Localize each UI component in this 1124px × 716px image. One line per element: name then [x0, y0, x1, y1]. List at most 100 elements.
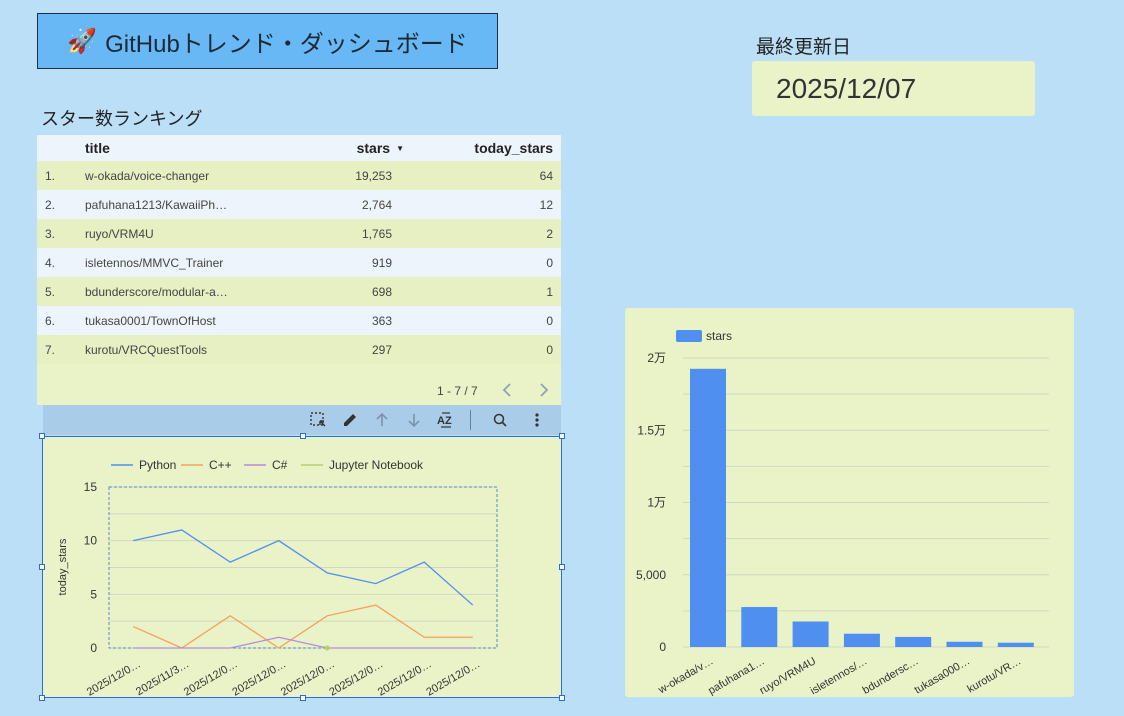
row-today-stars: 0 — [546, 255, 553, 270]
last-updated-label: 最終更新日 — [756, 37, 852, 58]
svg-text:AZ: AZ — [437, 415, 452, 427]
stars-bar-chart[interactable]: 0 5,000 1万 1.5万 2万 stars w-okada/v… pafuhana1… r… — [625, 308, 1074, 697]
table-row[interactable]: 7. kurotu/VRCQuestTools 297 0 — [37, 335, 561, 364]
column-header-stars[interactable]: stars ▼ — [356, 135, 404, 161]
x-tick-label: 2025/12/0… — [85, 658, 143, 697]
bar — [843, 633, 880, 647]
legend-swatch — [676, 330, 702, 342]
row-title: pafuhana1213/KawaiiPh… — [85, 197, 228, 212]
row-title: kurotu/VRCQuestTools — [85, 342, 208, 357]
y-tick-label: 0 — [90, 641, 97, 655]
x-tick-label: pafuhana1… — [706, 655, 767, 697]
row-stars: 19,253 — [355, 168, 392, 183]
toolbar-divider — [470, 410, 471, 430]
bar — [997, 642, 1034, 647]
row-stars: 698 — [371, 284, 392, 299]
row-stars: 363 — [371, 313, 392, 328]
arrow-down-icon[interactable] — [404, 410, 424, 430]
y-tick-label: 10 — [84, 534, 98, 548]
x-tick-label: kurotu/VR… — [965, 655, 1023, 695]
table-row[interactable]: 1. w-okada/voice-changer 19,253 64 — [37, 161, 561, 190]
y-tick-label: 1万 — [647, 496, 666, 510]
resize-handle[interactable] — [39, 433, 45, 439]
bar — [690, 368, 726, 647]
y-tick-label: 0 — [659, 640, 666, 654]
arrow-up-icon[interactable] — [372, 410, 392, 430]
row-index: 1. — [45, 168, 56, 183]
x-tick-label: tukasa000… — [913, 655, 972, 696]
bar — [792, 621, 829, 647]
last-updated-date: 2025/12/07 — [776, 72, 917, 104]
legend-label: stars — [706, 329, 732, 343]
row-stars: 297 — [371, 342, 392, 357]
x-tick-label: isletennos/… — [808, 655, 869, 697]
bar — [895, 636, 932, 647]
resize-handle[interactable] — [300, 433, 306, 439]
row-today-stars: 12 — [539, 197, 553, 212]
select-area-icon[interactable] — [308, 410, 328, 430]
sort-desc-icon: ▼ — [396, 143, 404, 153]
sort-az-icon[interactable]: AZ — [436, 410, 456, 430]
y-tick-label: 5 — [90, 587, 97, 601]
table-row[interactable]: 6. tukasa0001/TownOfHost 363 0 — [37, 306, 561, 335]
table-header: title stars ▼ today_stars — [37, 135, 561, 161]
rocket-icon: 🚀 — [67, 27, 98, 55]
row-title: tukasa0001/TownOfHost — [85, 313, 216, 328]
series-line — [132, 604, 473, 649]
next-page-button[interactable] — [534, 380, 554, 400]
bar — [946, 641, 983, 647]
explore-icon[interactable] — [490, 410, 510, 430]
row-index: 2. — [45, 197, 56, 212]
edit-icon[interactable] — [340, 410, 360, 430]
dashboard-title: 🚀 GitHubトレンド・ダッシュボード — [37, 13, 498, 69]
row-index: 4. — [45, 255, 56, 270]
resize-handle[interactable] — [559, 564, 565, 570]
bar — [741, 607, 778, 647]
x-tick-label: bdundersc… — [861, 655, 921, 697]
row-title: w-okada/voice-changer — [85, 168, 210, 183]
table-row[interactable]: 2. pafuhana1213/KawaiiPh… 2,764 12 — [37, 190, 561, 219]
row-today-stars: 64 — [539, 168, 553, 183]
table-row[interactable]: 3. ruyo/VRM4U 1,765 2 — [37, 219, 561, 248]
column-header-title[interactable]: title — [85, 135, 110, 161]
resize-handle[interactable] — [559, 695, 565, 701]
bar-chart-svg: 0 5,000 1万 1.5万 2万 stars w-okada/v…pafuhana1…r… — [636, 329, 1049, 697]
y-tick-label: 2万 — [647, 351, 666, 365]
prev-page-button[interactable] — [497, 380, 517, 400]
legend-label: Jupyter Notebook — [329, 458, 424, 472]
y-axis-label: today_stars — [57, 538, 69, 595]
resize-handle[interactable] — [39, 695, 45, 701]
row-stars: 919 — [371, 255, 392, 270]
row-today-stars: 0 — [546, 313, 553, 328]
x-tick-label: ruyo/VRM4U — [758, 655, 819, 697]
row-today-stars: 2 — [546, 226, 553, 241]
legend-label: C# — [272, 458, 288, 472]
x-tick-label: 2025/12/0… — [424, 658, 482, 697]
column-header-stars-label: stars — [356, 140, 391, 156]
today-stars-line-chart[interactable]: 0 5 10 15 today_stars 2025/12/0… 2025/11/3… 202… — [42, 436, 562, 698]
x-tick-label: w-okada/v… — [656, 655, 716, 696]
y-tick-label: 1.5万 — [637, 423, 666, 437]
row-today-stars: 0 — [546, 342, 553, 357]
y-tick-label: 5,000 — [636, 568, 666, 582]
resize-handle[interactable] — [39, 564, 45, 570]
resize-handle[interactable] — [559, 433, 565, 439]
more-vert-icon[interactable] — [527, 410, 547, 430]
row-title: bdunderscore/modular-a… — [85, 284, 228, 299]
row-index: 3. — [45, 226, 56, 241]
row-index: 7. — [45, 342, 56, 357]
row-stars: 1,765 — [361, 226, 392, 241]
legend-label: C++ — [209, 458, 232, 472]
table-row[interactable]: 4. isletennos/MMVC_Trainer 919 0 — [37, 248, 561, 277]
resize-handle[interactable] — [300, 695, 306, 701]
column-header-today-stars[interactable]: today_stars — [474, 135, 553, 161]
dashboard-title-text: GitHubトレンド・ダッシュボード — [105, 30, 468, 58]
row-index: 6. — [45, 313, 56, 328]
line-chart-svg: 051015today_stars2025/12/0…2025/11/3…202… — [57, 458, 498, 697]
row-index: 5. — [45, 284, 56, 299]
chart-toolbar: AZ — [43, 405, 561, 435]
row-stars: 2,764 — [361, 197, 392, 212]
series-point — [324, 645, 330, 651]
legend-label: Python — [139, 458, 176, 472]
table-row[interactable]: 5. bdunderscore/modular-a… 698 1 — [37, 277, 561, 306]
